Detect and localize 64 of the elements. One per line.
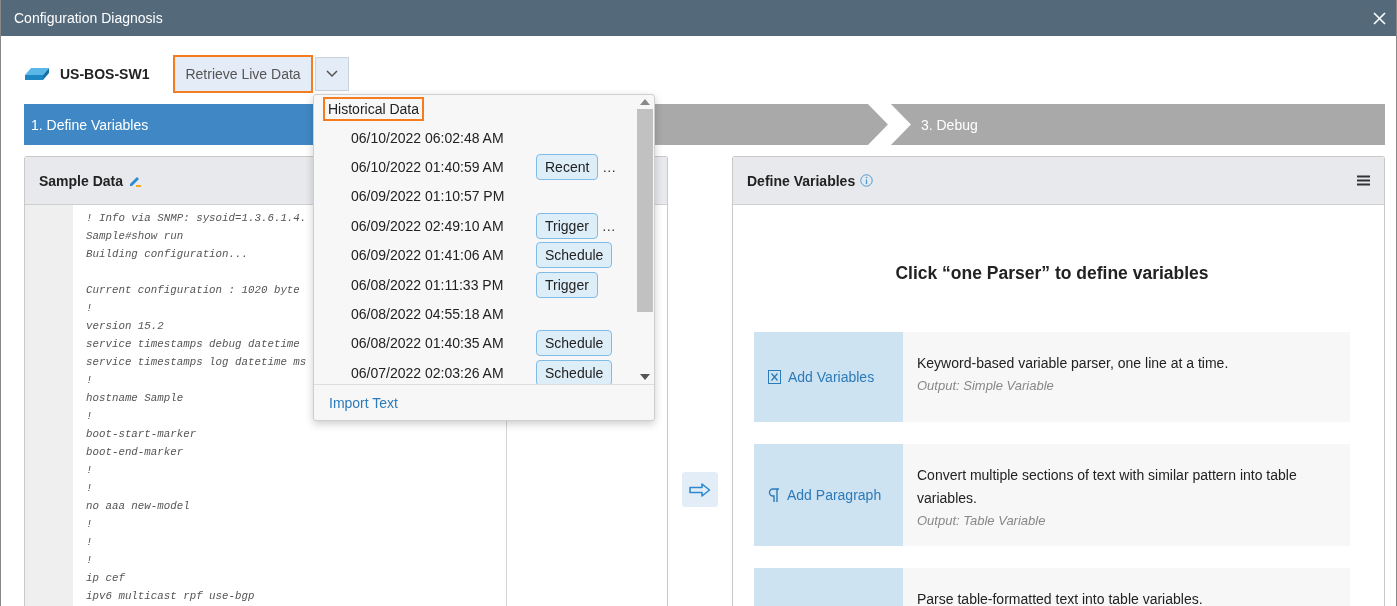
panel-title: Sample Data	[39, 172, 124, 189]
code-line: boot-start-marker	[86, 427, 197, 442]
code-line: service timestamps log datetime ms	[86, 355, 307, 370]
menu-icon[interactable]	[1357, 175, 1370, 186]
caret-icon	[325, 70, 338, 78]
code-line: !	[86, 553, 93, 568]
more-ellipsis[interactable]: …	[601, 217, 616, 234]
history-tag: Recent	[536, 154, 599, 181]
history-tag: Trigger	[536, 212, 598, 239]
code-line: hostname Sample	[86, 391, 184, 406]
panel-title: Define Variables	[747, 172, 856, 189]
arrow-button[interactable]	[682, 472, 718, 507]
retrieve-live-data-button[interactable]: Retrieve Live Data	[173, 55, 313, 93]
code-line: !	[86, 373, 93, 388]
code-line: service timestamps debug datetime	[86, 337, 300, 352]
history-tag: Trigger	[536, 271, 598, 298]
dropdown-button[interactable]	[314, 57, 349, 91]
code-line: ipv6 multicast rpf use-bgp	[86, 589, 255, 604]
history-timestamp[interactable]: 06/09/2022 02:49:10 AM	[351, 217, 536, 234]
parser-output: Output: Simple Variable	[917, 377, 1055, 395]
device-name: US-BOS-SW1	[60, 66, 150, 82]
code-line: ip cef	[86, 571, 125, 586]
code-line: !	[86, 409, 93, 424]
scroll-down-icon[interactable]	[640, 374, 650, 380]
code-line: version 15.2	[86, 319, 164, 334]
x-box-icon	[768, 370, 781, 384]
code-line: boot-end-marker	[86, 445, 184, 460]
code-line: ! Info via SNMP: sysoid=1.3.6.1.4.	[86, 211, 307, 226]
code-line: !	[86, 301, 93, 316]
code-line: Building configuration...	[86, 247, 248, 262]
history-tag: Schedule	[536, 242, 613, 269]
code-line: Current configuration : 1020 byte	[86, 283, 300, 298]
parser-description: Keyword-based variable parser, one line at a time.	[917, 354, 1230, 373]
history-timestamp[interactable]: 06/10/2022 01:40:59 AM	[351, 159, 536, 176]
right-arrow-icon	[689, 482, 711, 497]
scrollbar-thumb[interactable]	[637, 109, 653, 312]
code-line: !	[86, 481, 93, 496]
history-timestamp[interactable]: 06/09/2022 01:41:06 AM	[351, 247, 536, 264]
more-ellipsis[interactable]: …	[602, 159, 617, 176]
history-timestamp[interactable]: 06/09/2022 01:10:57 PM	[351, 188, 536, 205]
history-timestamp[interactable]: 06/07/2022 02:03:26 AM	[351, 364, 536, 381]
code-line: !	[86, 463, 93, 478]
code-line: !	[86, 535, 93, 550]
info-icon[interactable]	[860, 174, 874, 187]
code-line: Sample#show run	[86, 229, 184, 244]
switch-icon	[24, 67, 50, 81]
close-icon[interactable]	[1373, 11, 1386, 25]
parser-output: Output: Table Variable	[917, 512, 1047, 530]
history-timestamp[interactable]: 06/08/2022 01:11:33 PM	[351, 276, 536, 293]
code-line: !	[86, 517, 93, 532]
add-parser-button[interactable]: Add Paragraph	[754, 444, 903, 546]
parser-description: Parse table-formatted text into table variables.	[917, 590, 1204, 606]
pilcrow-icon	[768, 488, 780, 502]
parser-description: Convert multiple sections of text with similar pattern into table variables.	[917, 466, 1298, 508]
dropdown-header: Historical Data	[323, 97, 425, 121]
history-timestamp[interactable]: 06/08/2022 04:55:18 AM	[351, 306, 536, 323]
import-text-link[interactable]: Import Text	[329, 394, 398, 411]
add-parser-button[interactable]: Add Variables	[754, 332, 903, 422]
code-line: no aaa new-model	[86, 499, 190, 514]
window-title: Configuration Diagnosis	[14, 10, 163, 26]
history-tag: Schedule	[536, 359, 613, 384]
history-tag: Schedule	[536, 330, 613, 357]
instruction-heading: Click “one Parser” to define variables	[894, 263, 1210, 284]
history-timestamp[interactable]: 06/08/2022 01:40:35 AM	[351, 335, 536, 352]
